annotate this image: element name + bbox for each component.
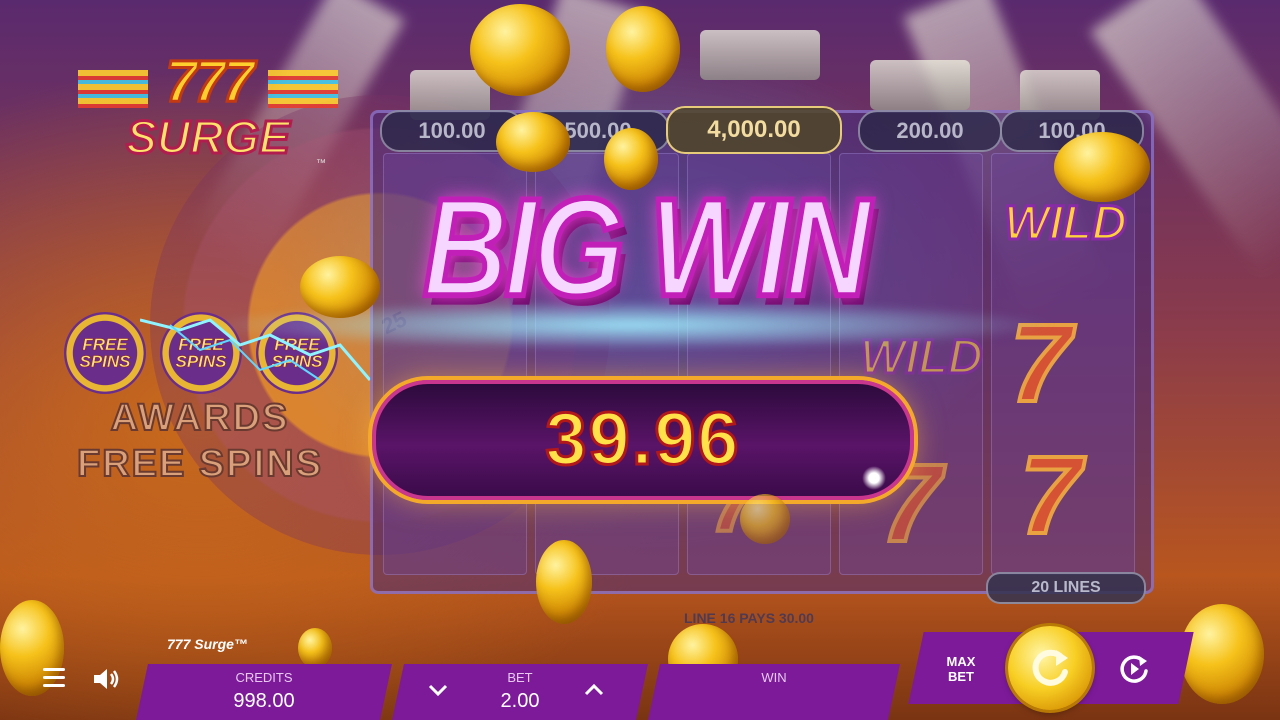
jackpot-value: 200.00 (858, 110, 1002, 152)
gold-coin (740, 494, 790, 544)
gold-coin (1054, 132, 1150, 202)
paylines-badge: 20 LINES (986, 572, 1146, 604)
big-win-heading: BIG WIN (421, 167, 874, 329)
free-spins-coin: FREESPINS (64, 312, 146, 394)
win-panel: WIN (648, 664, 900, 720)
max-bet-button[interactable]: MAX BET (938, 654, 984, 684)
wild-symbol: WILD (1003, 196, 1129, 252)
hamburger-menu-icon[interactable] (43, 668, 65, 688)
spin-button[interactable] (1008, 626, 1092, 710)
big-win-amount: 39.96 (544, 396, 741, 482)
win-label: WIN (761, 670, 787, 685)
seven-symbol: 7 (1018, 432, 1083, 559)
logo-777-text: 777 (164, 48, 256, 116)
gold-coin (496, 112, 570, 172)
credits-panel: CREDITS 998.00 (136, 664, 392, 720)
game-title: 777 Surge™ (167, 636, 248, 652)
credits-label: CREDITS (235, 670, 293, 685)
big-win-amount-bar: 39.96 (372, 380, 914, 500)
sparkle (862, 466, 886, 490)
spin-arrow-icon (1032, 649, 1068, 686)
gold-bars-decoration (700, 30, 820, 80)
gold-coin (604, 128, 658, 190)
gold-coin (1180, 604, 1264, 704)
autoplay-icon[interactable] (1116, 651, 1152, 687)
chevron-up-icon[interactable] (582, 678, 606, 702)
bet-panel: BET 2.00 (392, 664, 648, 720)
gold-coin (298, 628, 332, 668)
speaker-icon[interactable] (92, 666, 120, 692)
gold-bars-decoration (870, 60, 970, 110)
gold-coin (470, 4, 570, 96)
logo-trademark: ™ (316, 158, 326, 169)
credits-value: 998.00 (233, 690, 295, 712)
gold-coin (536, 540, 592, 624)
gold-coin (606, 6, 680, 92)
game-logo: 777 SURGE ™ (78, 40, 338, 175)
logo-surge-text: SURGE (125, 110, 292, 165)
jackpot-value-grand: 4,000.00 (666, 106, 842, 154)
gold-coin (300, 256, 380, 318)
